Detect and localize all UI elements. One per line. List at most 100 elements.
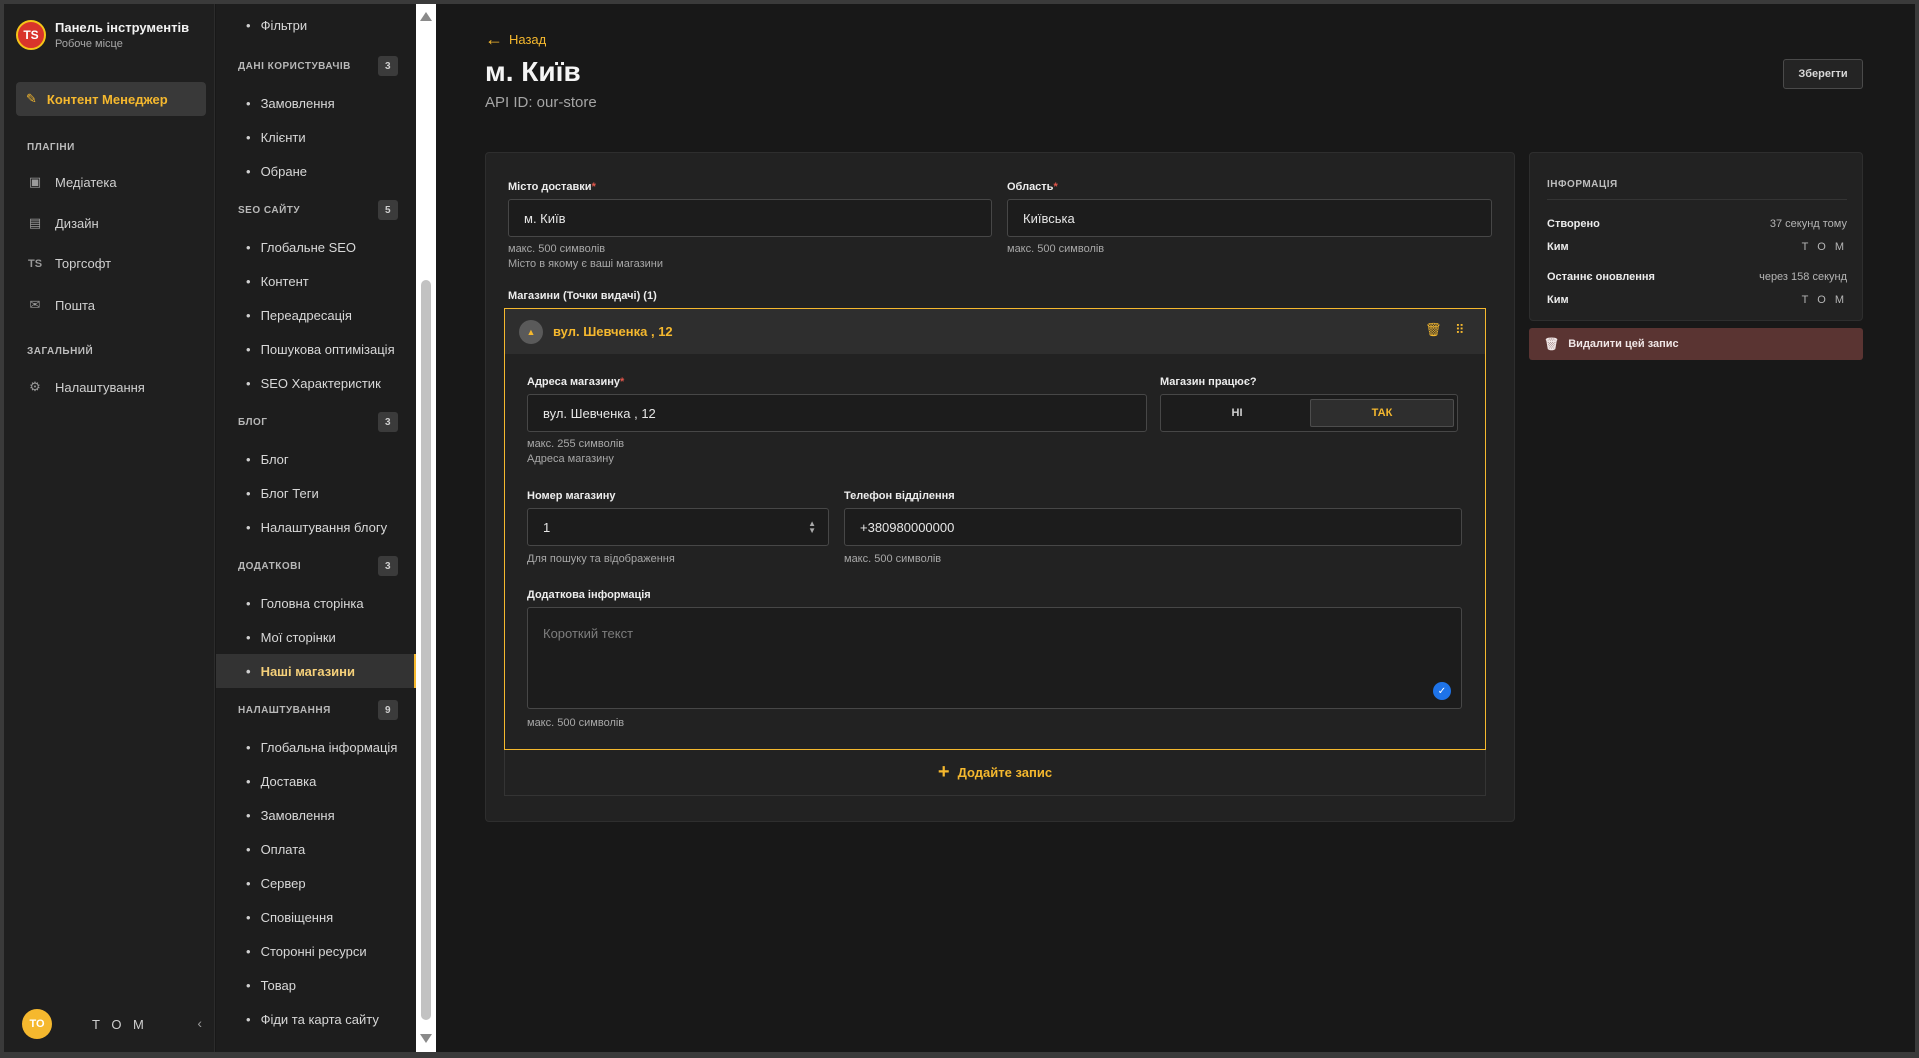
arrow-left-icon: ← <box>485 29 503 49</box>
nav-item-media[interactable]: ▣ Медіатека <box>27 174 117 190</box>
image-icon: ▣ <box>28 174 42 189</box>
subnav-item[interactable]: Фільтри <box>246 18 308 33</box>
extra-info-label: Додаткова інформація <box>527 589 651 601</box>
subnav-item[interactable]: Пошукова оптимізація <box>246 342 395 357</box>
section-count-badge: 3 <box>378 412 398 432</box>
subnav-item[interactable]: Переадресація <box>246 308 352 323</box>
store-number-label: Номер магазину <box>527 490 616 502</box>
subnav-section-settings[interactable]: НАЛАШТУВАННЯ 9 <box>238 700 398 720</box>
phone-label: Телефон відділення <box>844 490 955 502</box>
brand-logo: TS <box>16 20 46 50</box>
avatar: TO <box>22 1009 52 1039</box>
subnav-item[interactable]: Замовлення <box>246 96 335 111</box>
subnav-item[interactable]: Замовлення <box>246 808 335 823</box>
section-count-badge: 3 <box>378 56 398 76</box>
subnav-item[interactable]: Глобальна інформація <box>246 740 398 755</box>
subnav-item[interactable]: Фіди та карта сайту <box>246 1012 379 1027</box>
page-title: м. Київ <box>485 56 581 87</box>
store-component-header[interactable]: ▲ вул. Шевченка , 12 🗑 ⠿ <box>505 309 1485 354</box>
paint-roller-icon: ▤ <box>28 215 42 230</box>
nav-item-mail[interactable]: ✉ Пошта <box>27 297 96 313</box>
delete-entry-button[interactable]: 🗑 Видалити цей запис <box>1529 328 1863 360</box>
info-title: ІНФОРМАЦІЯ <box>1547 179 1618 190</box>
mail-icon: ✉ <box>29 297 41 312</box>
subnav-section-blog[interactable]: БЛОГ 3 <box>238 412 398 432</box>
gear-icon: ⚙ <box>29 379 41 394</box>
store-works-label: Магазин працює? <box>1160 376 1257 388</box>
subnav-item-our-stores[interactable]: Наші магазини <box>246 664 355 679</box>
subnav-item[interactable]: Сповіщення <box>246 910 334 925</box>
address-hint: макс. 255 символів Адреса магазину <box>527 438 625 465</box>
nav-item-content-manager[interactable]: ✎ Контент Менеджер <box>16 82 206 116</box>
drag-handle-icon[interactable]: ⠿ <box>1455 322 1465 338</box>
trash-icon[interactable]: 🗑 <box>1425 322 1442 338</box>
subnav-item[interactable]: Доставка <box>246 774 317 789</box>
subnav-item[interactable]: Клієнти <box>246 130 306 145</box>
region-input[interactable]: Київська <box>1007 199 1492 237</box>
address-input[interactable]: вул. Шевченка , 12 <box>527 394 1147 432</box>
trash-icon: 🗑 <box>1544 337 1560 351</box>
subnav-section-extra[interactable]: ДОДАТКОВІ 3 <box>238 556 398 576</box>
plus-icon: + <box>937 761 950 783</box>
subnav-item[interactable]: Оплата <box>246 842 306 857</box>
section-count-badge: 9 <box>378 700 398 720</box>
info-updated-by-row: Ким T O M <box>1547 294 1847 306</box>
subnav-section-seo[interactable]: SEO САЙТУ 5 <box>238 200 398 220</box>
scroll-thumb[interactable] <box>421 280 431 1020</box>
region-label: Область* <box>1007 181 1058 193</box>
store-number-hint: Для пошуку та відображення <box>527 553 675 565</box>
subnav-item[interactable]: Товар <box>246 978 296 993</box>
scroll-down-arrow-icon[interactable] <box>420 1034 432 1043</box>
stepper-arrows-icon[interactable]: ▲ ▼ <box>808 520 816 535</box>
brand[interactable]: TS Панель інструментів Робоче місце <box>16 20 189 50</box>
nav-item-design[interactable]: ▤ Дизайн <box>27 215 99 231</box>
subnav-item[interactable]: Налаштування блогу <box>246 520 388 535</box>
subnav-item[interactable]: Сторонні ресурси <box>246 944 367 959</box>
phone-input[interactable]: +380980000000 <box>844 508 1462 546</box>
divider <box>1547 199 1847 200</box>
scroll-up-arrow-icon[interactable] <box>420 12 432 21</box>
city-label: Місто доставки* <box>508 181 596 193</box>
back-link[interactable]: ← Назад <box>485 29 546 50</box>
app-window: TS Панель інструментів Робоче місце ✎ Ко… <box>4 4 1915 1052</box>
edit-icon: ✎ <box>26 91 37 106</box>
store-component: ▲ вул. Шевченка , 12 🗑 ⠿ Адреса магазину… <box>504 308 1486 750</box>
toggle-option-yes[interactable]: ТАК <box>1310 399 1454 427</box>
subnav-item[interactable]: Мої сторінки <box>246 630 336 645</box>
info-created-by-row: Ким T O M <box>1547 241 1847 253</box>
check-icon: ✓ <box>1433 682 1451 700</box>
collapse-sidebar-button[interactable]: ‹ <box>197 1015 202 1031</box>
city-input[interactable]: м. Київ <box>508 199 992 237</box>
section-count-badge: 3 <box>378 556 398 576</box>
store-works-toggle[interactable]: НІ ТАК <box>1160 394 1458 432</box>
subnav-item[interactable]: Блог <box>246 452 289 467</box>
user-row[interactable]: TO T O M ‹ <box>22 1009 202 1039</box>
extra-info-hint: макс. 500 символів <box>527 717 625 729</box>
nav-section-plugins: ПЛАГІНИ <box>27 142 75 153</box>
toggle-option-no[interactable]: НІ <box>1165 399 1309 427</box>
nav-item-settings[interactable]: ⚙ Налаштування <box>27 379 145 395</box>
info-created-row: Створено 37 секунд тому <box>1547 218 1847 230</box>
save-button[interactable]: Зберегти <box>1783 59 1863 89</box>
subnav-scrollbar[interactable] <box>416 4 436 1052</box>
store-number-input[interactable]: 1 ▲ ▼ <box>527 508 829 546</box>
add-entry-button[interactable]: + Додайте запис <box>504 750 1486 796</box>
extra-info-textarea[interactable]: Короткий текст ✓ <box>527 607 1462 709</box>
subnav-item[interactable]: Головна сторінка <box>246 596 364 611</box>
subnav-item[interactable]: Обране <box>246 164 307 179</box>
subnav-item[interactable]: Контент <box>246 274 309 289</box>
subnav-item[interactable]: Сервер <box>246 876 306 891</box>
subnav-item[interactable]: Блог Теги <box>246 486 319 501</box>
subnav-item[interactable]: Глобальне SEO <box>246 240 356 255</box>
subnav-section-user-data[interactable]: ДАНІ КОРИСТУВАЧІВ 3 <box>238 56 398 76</box>
nav-item-torgsoft[interactable]: TS Торгсофт <box>27 256 111 271</box>
torgsoft-icon: TS <box>27 257 43 270</box>
content-type-nav: Фільтри ДАНІ КОРИСТУВАЧІВ 3 Замовлення К… <box>216 4 416 1052</box>
section-count-badge: 5 <box>378 200 398 220</box>
info-panel: ІНФОРМАЦІЯ Створено 37 секунд тому Ким T O… <box>1529 152 1863 321</box>
extra-info-placeholder: Короткий текст <box>543 626 634 641</box>
region-hint: макс. 500 символів <box>1007 243 1105 255</box>
subnav-item[interactable]: SEO Характеристик <box>246 376 381 391</box>
nav-section-general: ЗАГАЛЬНИЙ <box>27 346 94 357</box>
chevron-up-icon[interactable]: ▲ <box>519 319 543 344</box>
